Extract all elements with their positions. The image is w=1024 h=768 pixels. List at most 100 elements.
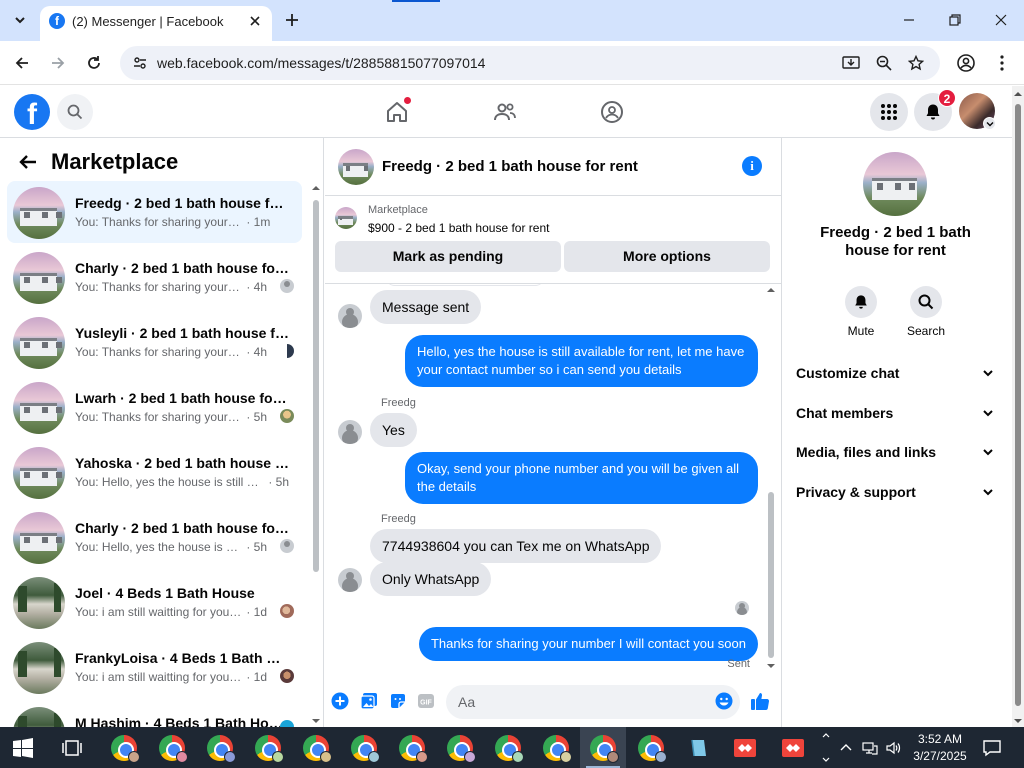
conversation-item[interactable]: Lwarh · 2 bed 1 bath house for rent You:…: [7, 376, 302, 438]
menu-button[interactable]: [870, 93, 908, 131]
section-customize-chat[interactable]: Customize chat: [796, 361, 996, 385]
scroll-up-arrow-icon[interactable]: [312, 184, 320, 192]
taskbar-scroller[interactable]: [818, 727, 834, 768]
conversation-item[interactable]: FrankyLoisa · 4 Beds 1 Bath House You: i…: [7, 636, 302, 698]
page-scroll-thumb[interactable]: [1015, 104, 1021, 706]
conversation-item[interactable]: Charly · 2 bed 1 bath house for rent You…: [7, 246, 302, 308]
account-chevron[interactable]: [983, 117, 996, 130]
chat-title[interactable]: Freedg · 2 bed 1 bath house for rent: [382, 158, 638, 175]
section-chat-members[interactable]: Chat members: [796, 401, 996, 425]
listing-thumbnail: [13, 317, 65, 369]
back-button[interactable]: [10, 51, 34, 75]
taskbar-chrome-app[interactable]: [341, 727, 387, 768]
site-info-icon[interactable]: [132, 55, 148, 71]
notifications-button[interactable]: 2: [914, 89, 956, 131]
windows-start-icon[interactable]: [13, 738, 33, 758]
sidebar-scrollbar[interactable]: [312, 184, 320, 727]
taskbar-notes-app[interactable]: [676, 727, 722, 768]
attach-photo-button[interactable]: [359, 691, 379, 711]
mark-as-pending-button[interactable]: Mark as pending: [335, 241, 561, 272]
profile-button[interactable]: [954, 51, 978, 75]
forward-button[interactable]: [46, 51, 70, 75]
tab-close-button[interactable]: [246, 12, 264, 30]
window-close-button[interactable]: [989, 8, 1013, 32]
chevron-down-icon: [980, 444, 996, 460]
more-actions-button[interactable]: [330, 691, 350, 711]
conversation-item[interactable]: Yusleyli · 2 bed 1 bath house for rent Y…: [7, 311, 302, 373]
chat-scroll-thumb[interactable]: [768, 492, 774, 658]
bookmark-button[interactable]: [907, 54, 925, 72]
taskbar-anydesk-app[interactable]: [770, 727, 816, 768]
chat-listing-thumbnail[interactable]: [338, 149, 374, 185]
conversation-item[interactable]: M Hashim · 4 Beds 1 Bath House: [7, 701, 302, 727]
section-privacy-support[interactable]: Privacy & support: [796, 480, 996, 504]
restore-button[interactable]: [943, 8, 967, 32]
mute-action[interactable]: Mute: [836, 286, 886, 338]
chrome-icon: [351, 734, 380, 763]
taskbar-chrome-app[interactable]: [245, 727, 291, 768]
zoom-button[interactable]: [875, 54, 893, 72]
back-arrow-button[interactable]: [16, 150, 40, 174]
like-button[interactable]: [750, 691, 770, 711]
scroll-down-arrow-icon[interactable]: [312, 717, 320, 725]
scroll-up-arrow-icon[interactable]: [1014, 90, 1022, 98]
scroll-up-arrow-icon[interactable]: [767, 286, 775, 294]
nav-groups[interactable]: [598, 98, 626, 126]
new-tab-button[interactable]: [282, 10, 302, 30]
chevron-down-icon: [980, 405, 996, 421]
conversation-item[interactable]: Freedg · 2 bed 1 bath house for rent You…: [7, 181, 302, 243]
taskbar-chrome-app[interactable]: [293, 727, 339, 768]
chrome-icon: [590, 734, 619, 763]
info-icon[interactable]: i: [742, 156, 762, 176]
chrome-icon: [255, 734, 284, 763]
taskbar-chrome-app[interactable]: [197, 727, 243, 768]
browser-menu-button[interactable]: [990, 51, 1014, 75]
section-media-files-links[interactable]: Media, files and links: [796, 440, 996, 464]
scroll-down-arrow-icon[interactable]: [1014, 717, 1022, 725]
install-app-button[interactable]: [842, 54, 860, 72]
taskbar-chrome-app-active[interactable]: [580, 727, 626, 768]
taskbar-chrome-app[interactable]: [149, 727, 195, 768]
chat-scrollbar[interactable]: [766, 286, 776, 670]
conversation-item[interactable]: Yahoska · 2 bed 1 bath house for rent Yo…: [7, 441, 302, 503]
address-bar[interactable]: web.facebook.com/messages/t/288588150770…: [120, 46, 940, 80]
taskbar-anydesk-app[interactable]: [722, 727, 768, 768]
chevron-down-icon[interactable]: [822, 756, 830, 764]
tray-overflow-button[interactable]: [838, 740, 854, 756]
tray-volume[interactable]: [886, 740, 902, 756]
more-options-button[interactable]: More options: [564, 241, 770, 272]
taskbar-chrome-app[interactable]: [628, 727, 674, 768]
taskbar-chrome-app[interactable]: [485, 727, 531, 768]
browser-tab-active[interactable]: f (2) Messenger | Facebook: [40, 6, 272, 41]
page-scrollbar[interactable]: [1012, 86, 1024, 727]
taskbar-clock[interactable]: 3:52 AM 3/27/2025: [910, 731, 970, 765]
info-listing-thumbnail[interactable]: [863, 152, 927, 216]
conversation-item[interactable]: Charly · 2 bed 1 bath house for rent You…: [7, 506, 302, 568]
taskbar-chrome-app[interactable]: [437, 727, 483, 768]
sticker-button[interactable]: [388, 691, 408, 711]
listing-price[interactable]: $900 - 2 bed 1 bath house for rent: [368, 221, 549, 235]
taskbar-chrome-app[interactable]: [533, 727, 579, 768]
task-view-icon[interactable]: [62, 738, 82, 758]
notification-center-icon[interactable]: [982, 738, 1002, 758]
sidebar-scroll-thumb[interactable]: [313, 200, 319, 572]
taskbar-chrome-app[interactable]: [389, 727, 435, 768]
scroll-down-arrow-icon[interactable]: [767, 662, 775, 670]
minimize-button[interactable]: [897, 8, 921, 32]
search-action[interactable]: Search: [901, 286, 951, 338]
facebook-search-button[interactable]: [57, 94, 93, 130]
facebook-logo-icon[interactable]: f: [14, 94, 50, 130]
nav-friends[interactable]: [491, 98, 519, 126]
chevron-up-icon[interactable]: [822, 731, 830, 739]
tray-network[interactable]: [862, 740, 878, 756]
listing-banner-thumbnail[interactable]: [335, 207, 357, 229]
tab-title: (2) Messenger | Facebook: [72, 14, 224, 29]
emoji-button[interactable]: [714, 691, 734, 711]
conversation-item[interactable]: Joel · 4 Beds 1 Bath House You: i am sti…: [7, 571, 302, 633]
message-input[interactable]: [446, 685, 740, 719]
nav-home[interactable]: [383, 97, 411, 126]
taskbar-chrome-app[interactable]: [101, 727, 147, 768]
tab-search-button[interactable]: [6, 6, 34, 34]
reload-button[interactable]: [82, 51, 106, 75]
gif-button[interactable]: GIF: [416, 691, 436, 711]
